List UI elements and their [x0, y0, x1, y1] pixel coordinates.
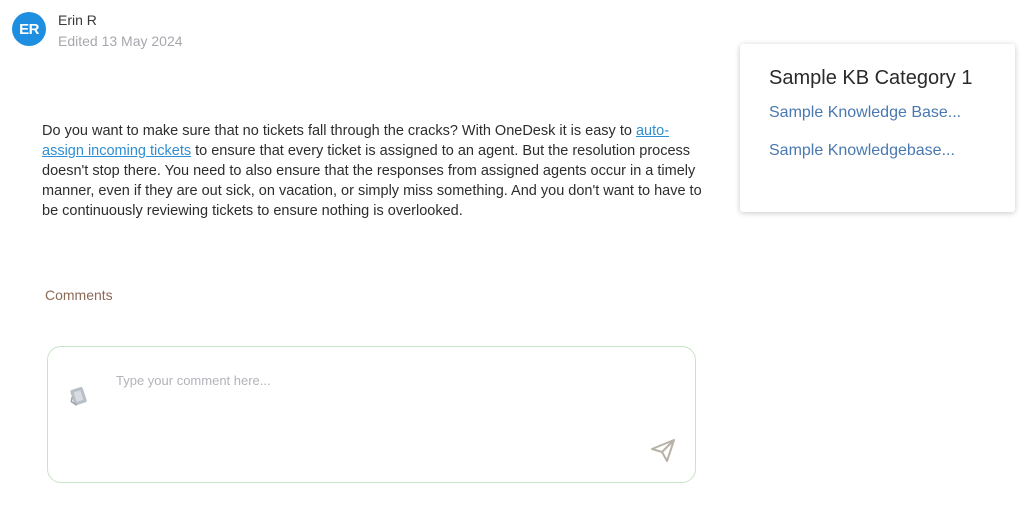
- article-body: Do you want to make sure that no tickets…: [42, 121, 702, 221]
- kb-article-page: ER Erin R Edited 13 May 2024 Do you want…: [0, 0, 1032, 512]
- comments-heading: Comments: [45, 287, 113, 303]
- avatar-initials: ER: [19, 20, 39, 38]
- send-icon: [651, 439, 675, 462]
- comment-box: [47, 346, 696, 483]
- attachment-icon[interactable]: [66, 383, 92, 409]
- edited-date: Edited 13 May 2024: [58, 33, 183, 49]
- send-button[interactable]: [649, 436, 677, 464]
- comment-input[interactable]: [116, 373, 636, 388]
- kb-article-link[interactable]: Sample Knowledgebase...: [769, 141, 989, 161]
- kb-category-title: Sample KB Category 1: [769, 67, 973, 89]
- author-name: Erin R: [58, 12, 97, 28]
- avatar: ER: [12, 12, 46, 46]
- article-text-1: Do you want to make sure that no tickets…: [42, 123, 636, 139]
- kb-article-link[interactable]: Sample Knowledge Base...: [769, 103, 989, 123]
- kb-category-card: Sample KB Category 1 Sample Knowledge Ba…: [740, 44, 1015, 212]
